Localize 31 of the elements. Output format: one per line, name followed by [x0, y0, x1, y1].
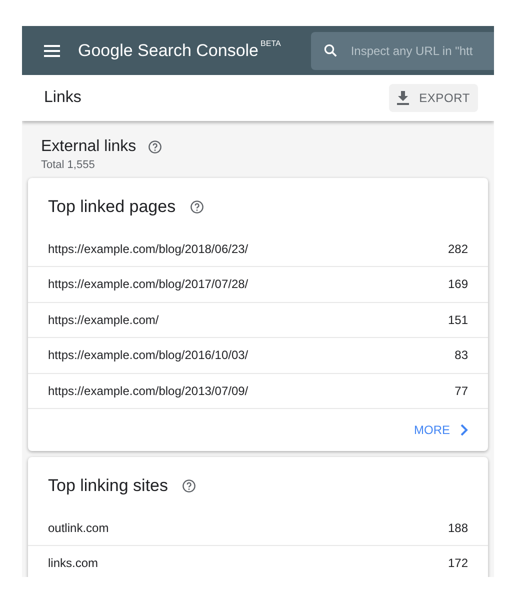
- row-label[interactable]: https://example.com/blog/2013/07/09/: [48, 382, 248, 400]
- brand-name: Google Search Console: [78, 40, 259, 62]
- export-button[interactable]: EXPORT: [389, 84, 478, 112]
- search-icon: [322, 43, 338, 58]
- section-title: External links: [41, 137, 136, 157]
- menu-icon[interactable]: [44, 44, 60, 56]
- download-icon: [397, 91, 410, 105]
- row-value: 188: [448, 520, 468, 537]
- row-value: 151: [448, 312, 468, 329]
- row-value: 169: [448, 276, 468, 294]
- beta-label: BETA: [260, 38, 281, 50]
- search-field[interactable]: Inspect any URL in "htt: [310, 32, 494, 70]
- row-value: 77: [454, 382, 468, 400]
- more-button[interactable]: MORE: [414, 421, 468, 439]
- row-label[interactable]: https://example.com/blog/2018/06/23/: [48, 240, 248, 258]
- row-label[interactable]: https://example.com/blog/2016/10/03/: [48, 346, 248, 364]
- total-count: Total 1,555: [41, 159, 96, 171]
- chevron-right-icon: [460, 424, 468, 436]
- help-icon[interactable]: [182, 478, 196, 493]
- row-label[interactable]: outlink.com: [48, 518, 109, 537]
- row-value: 282: [448, 240, 468, 258]
- card-title: Top linking sites: [48, 475, 168, 497]
- row-value: 172: [448, 555, 468, 572]
- card-title: Top linked pages: [48, 196, 176, 218]
- help-icon[interactable]: [148, 140, 162, 154]
- row-label[interactable]: links.com: [48, 554, 98, 572]
- help-icon[interactable]: [190, 200, 204, 214]
- row-label[interactable]: https://example.com/: [48, 310, 159, 329]
- row-value: 83: [454, 347, 468, 364]
- row-label[interactable]: https://example.com/blog/2017/07/28/: [48, 275, 248, 294]
- page-title: Links: [44, 88, 82, 108]
